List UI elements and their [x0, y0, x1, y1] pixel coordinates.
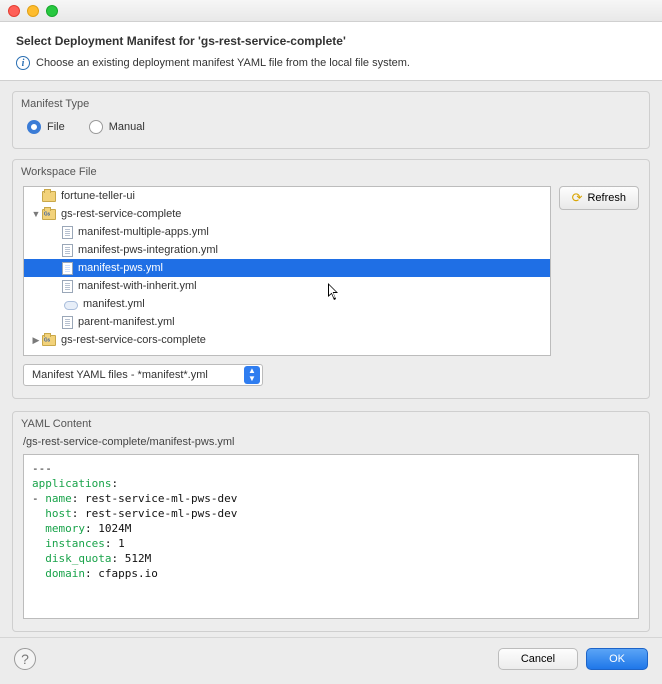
disclosure-open-icon: ▼: [30, 209, 42, 219]
tree-label: fortune-teller-ui: [61, 190, 135, 202]
tree-item-file[interactable]: manifest-multiple-apps.yml: [24, 223, 550, 241]
dialog-header: Select Deployment Manifest for 'gs-rest-…: [0, 22, 662, 81]
yaml-content-label: YAML Content: [13, 412, 649, 434]
tree-item-file[interactable]: manifest.yml: [24, 295, 550, 313]
info-icon: i: [16, 56, 30, 70]
disclosure-closed-icon: ▶: [30, 335, 42, 346]
workspace-file-label: Workspace File: [13, 160, 649, 182]
select-arrows-icon: ▲▼: [244, 366, 260, 384]
file-icon: [62, 226, 73, 239]
tree-item-fortune-teller[interactable]: fortune-teller-ui: [24, 187, 550, 205]
cloud-icon: [62, 299, 78, 309]
cancel-button[interactable]: Cancel: [498, 648, 578, 670]
project-folder-icon: ᴳˢ: [42, 209, 56, 220]
window-titlebar: [0, 0, 662, 22]
tree-item-project[interactable]: ▼ ᴳˢ gs-rest-service-complete: [24, 205, 550, 223]
manifest-type-section: Manifest Type File Manual: [12, 91, 650, 149]
dialog-title: Select Deployment Manifest for 'gs-rest-…: [16, 34, 646, 48]
radio-manual[interactable]: Manual: [89, 120, 145, 134]
radio-file-label: File: [47, 121, 65, 133]
tree-item-file[interactable]: manifest-pws-integration.yml: [24, 241, 550, 259]
file-filter-select[interactable]: Manifest YAML files - *manifest*.yml ▲▼: [23, 364, 263, 386]
tree-label: manifest.yml: [83, 298, 145, 310]
tree-label: gs-rest-service-complete: [61, 208, 181, 220]
ok-button[interactable]: OK: [586, 648, 648, 670]
window-close-button[interactable]: [8, 5, 20, 17]
manifest-type-label: Manifest Type: [13, 92, 649, 114]
tree-label: manifest-multiple-apps.yml: [78, 226, 209, 238]
tree-label: parent-manifest.yml: [78, 316, 175, 328]
project-folder-icon: ᴳˢ: [42, 335, 56, 346]
tree-item-file[interactable]: parent-manifest.yml: [24, 313, 550, 331]
tree-label: manifest-pws-integration.yml: [78, 244, 218, 256]
radio-unchecked-icon: [89, 120, 103, 134]
file-tree[interactable]: fortune-teller-ui ▼ ᴳˢ gs-rest-service-c…: [23, 186, 551, 356]
file-icon: [62, 280, 73, 293]
dialog-footer: ? Cancel OK: [0, 637, 662, 684]
radio-manual-label: Manual: [109, 121, 145, 133]
tree-item-file[interactable]: manifest-with-inherit.yml: [24, 277, 550, 295]
tree-label: gs-rest-service-cors-complete: [61, 334, 206, 346]
tree-item-file-selected[interactable]: manifest-pws.yml: [24, 259, 550, 277]
refresh-label: Refresh: [587, 192, 626, 204]
tree-label: manifest-pws.yml: [78, 262, 163, 274]
refresh-icon: ⟳: [572, 190, 583, 206]
yaml-file-path: /gs-rest-service-complete/manifest-pws.y…: [13, 434, 649, 454]
refresh-button[interactable]: ⟳ Refresh: [559, 186, 639, 210]
file-filter-value: Manifest YAML files - *manifest*.yml: [32, 369, 208, 381]
yaml-content-viewer[interactable]: --- applications: - name: rest-service-m…: [23, 454, 639, 619]
file-icon: [62, 316, 73, 329]
help-button[interactable]: ?: [14, 648, 36, 670]
file-icon: [62, 262, 73, 275]
folder-icon: [42, 191, 56, 202]
tree-item-project2[interactable]: ▶ ᴳˢ gs-rest-service-cors-complete: [24, 331, 550, 349]
tree-label: manifest-with-inherit.yml: [78, 280, 197, 292]
radio-checked-icon: [27, 120, 41, 134]
window-zoom-button[interactable]: [46, 5, 58, 17]
radio-file[interactable]: File: [27, 120, 65, 134]
file-icon: [62, 244, 73, 257]
window-minimize-button[interactable]: [27, 5, 39, 17]
workspace-file-section: Workspace File fortune-teller-ui ▼ ᴳˢ gs…: [12, 159, 650, 399]
yaml-content-section: YAML Content /gs-rest-service-complete/m…: [12, 411, 650, 632]
dialog-subtitle: Choose an existing deployment manifest Y…: [36, 57, 410, 69]
